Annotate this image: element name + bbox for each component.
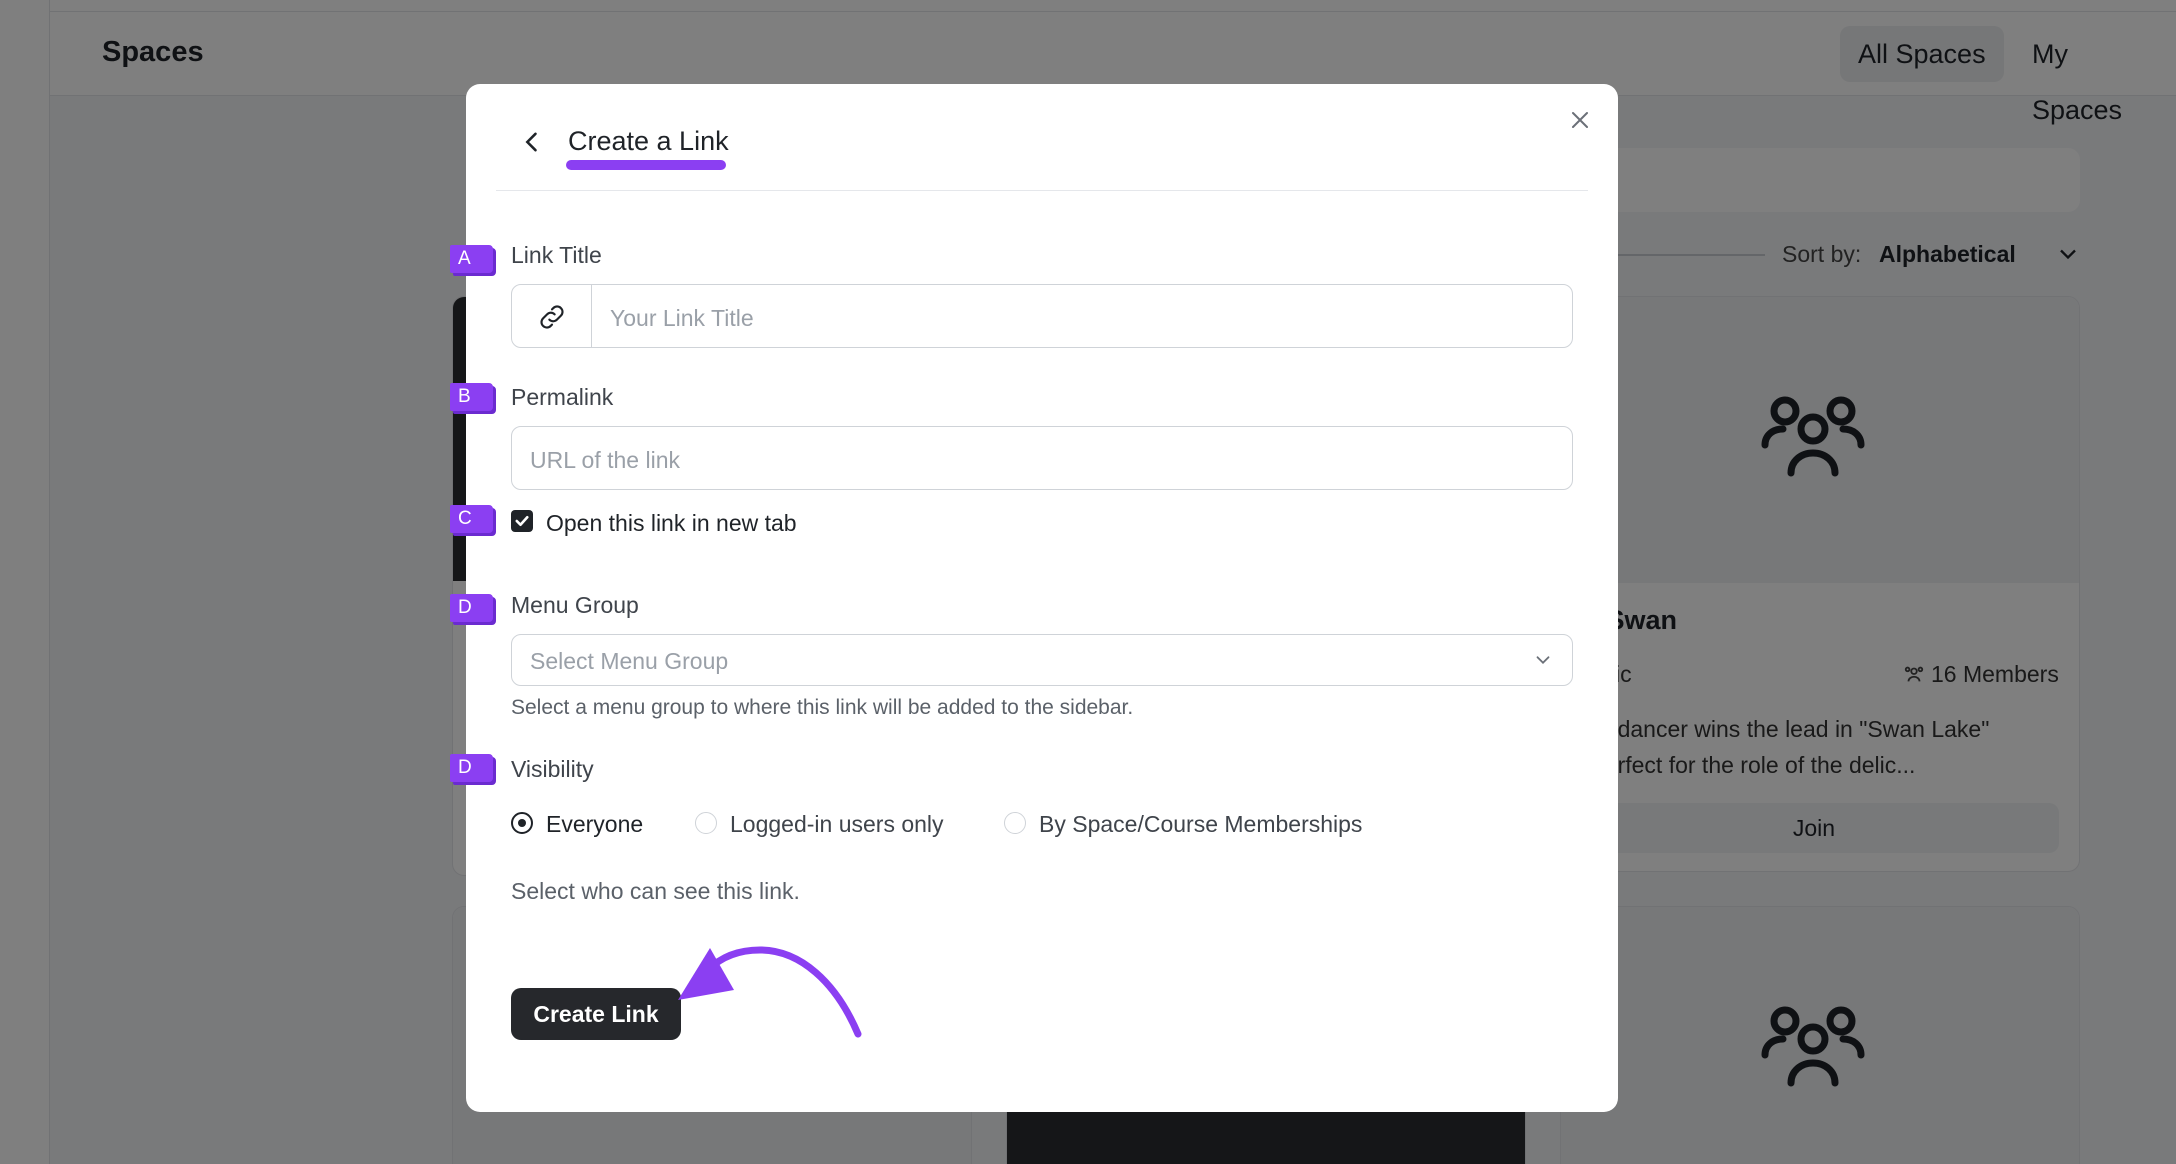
modal-title: Create a Link	[568, 126, 729, 156]
permalink-field[interactable]: URL of the link	[511, 426, 1573, 490]
annotation-badge-b: B	[450, 383, 493, 411]
link-title-prefix	[512, 285, 592, 347]
annotation-badge-d: D	[450, 594, 493, 622]
radio-everyone-label[interactable]: Everyone	[546, 811, 643, 838]
annotation-badge-d: D	[450, 754, 493, 782]
new-tab-checkbox[interactable]	[511, 510, 533, 532]
pointer-arrow-icon	[678, 946, 862, 1038]
back-arrow-icon[interactable]	[518, 128, 546, 156]
radio-logged-in[interactable]	[695, 812, 717, 834]
radio-memberships-label[interactable]: By Space/Course Memberships	[1039, 811, 1362, 838]
check-icon	[515, 515, 529, 527]
permalink-label: Permalink	[511, 384, 614, 410]
link-title-field[interactable]: Your Link Title	[511, 284, 1573, 348]
permalink-input[interactable]: URL of the link	[530, 447, 680, 474]
radio-memberships[interactable]	[1004, 812, 1026, 834]
radio-everyone[interactable]	[511, 812, 533, 834]
annotation-badge-c: C	[450, 505, 493, 533]
chevron-down-icon	[1536, 656, 1550, 665]
link-title-input[interactable]: Your Link Title	[610, 305, 754, 332]
create-link-modal: Create a Link Link Title Your Link Title…	[466, 84, 1618, 1112]
create-link-button[interactable]: Create Link	[511, 988, 681, 1040]
radio-logged-in-label[interactable]: Logged-in users only	[730, 811, 944, 838]
new-tab-label[interactable]: Open this link in new tab	[546, 510, 797, 537]
annotation-badge-a: A	[450, 245, 493, 273]
menu-group-placeholder: Select Menu Group	[530, 648, 729, 674]
menu-group-help: Select a menu group to where this link w…	[511, 696, 1134, 719]
visibility-help: Select who can see this link.	[511, 878, 800, 904]
link-title-label: Link Title	[511, 242, 602, 268]
close-icon[interactable]	[1568, 108, 1592, 132]
visibility-label: Visibility	[511, 756, 594, 782]
menu-group-label: Menu Group	[511, 592, 639, 618]
link-icon	[540, 305, 564, 329]
title-highlight	[566, 160, 726, 170]
menu-group-select[interactable]: Select Menu Group	[511, 634, 1573, 686]
